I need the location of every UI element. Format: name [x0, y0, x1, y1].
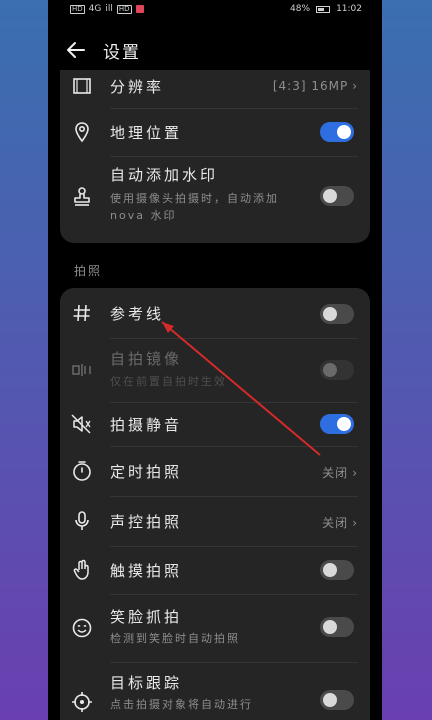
- mirror-icon: [72, 364, 91, 376]
- audio-control-value-text: 关闭: [322, 516, 349, 530]
- touch-shutter-label: 触摸拍照: [110, 562, 183, 580]
- signal-label: 4G: [88, 4, 102, 14]
- chevron-right-icon: ›: [352, 79, 358, 93]
- microphone-icon: [75, 511, 89, 530]
- chevron-right-icon: ›: [352, 516, 358, 530]
- stamp-icon: [74, 187, 90, 206]
- gridlines-label: 参考线: [110, 305, 165, 323]
- toggle-knob: [323, 563, 337, 577]
- toggle-knob: [323, 363, 337, 377]
- object-tracking-label: 目标跟踪: [110, 674, 183, 692]
- watermark-description: 使用摄像头拍摄时，自动添加 nova 水印: [110, 192, 279, 222]
- settings-card-photo: 参考线 自拍镜像 仅在前置自拍时生效 拍摄静音 定时拍照 关闭 › 声控拍照 关…: [60, 288, 370, 720]
- watermark-label: 自动添加水印: [110, 166, 219, 184]
- row-watermark[interactable]: 自动添加水印 使用摄像头拍摄时，自动添加 nova 水印: [60, 156, 370, 243]
- smile-capture-label: 笑脸抓拍: [110, 608, 183, 626]
- chevron-right-icon: ›: [352, 466, 358, 480]
- clock: 11:02: [336, 4, 362, 14]
- speaker-mute-icon: [71, 414, 91, 434]
- selfie-mirror-description: 仅在前置自拍时生效: [110, 375, 227, 388]
- timer-value-text: 关闭: [322, 466, 349, 480]
- resolution-value-text: [4:3] 16MP: [272, 79, 349, 93]
- hd-badge-2: HD: [116, 4, 132, 14]
- phone-screen: HD 4G ill HD 48% 11:02 设置 分辨率 [4:3] 16MP…: [48, 0, 382, 720]
- watermark-toggle[interactable]: [320, 186, 354, 206]
- row-audio-control[interactable]: 声控拍照 关闭 ›: [60, 496, 370, 546]
- location-label: 地理位置: [110, 124, 183, 142]
- row-touch-shutter[interactable]: 触摸拍照: [60, 546, 370, 594]
- signal-bars-icon: ill: [105, 4, 113, 14]
- shutter-mute-label: 拍摄静音: [110, 416, 183, 434]
- hd-badge: HD: [70, 4, 85, 14]
- battery-percent: 48%: [290, 4, 311, 14]
- row-gridlines[interactable]: 参考线: [60, 288, 370, 338]
- timer-icon: [73, 461, 91, 481]
- status-left: HD 4G ill HD: [70, 4, 144, 14]
- smile-icon: [72, 618, 92, 638]
- object-tracking-toggle[interactable]: [320, 690, 354, 710]
- battery-icon: [316, 5, 331, 13]
- status-bar: HD 4G ill HD 48% 11:02: [48, 0, 382, 22]
- row-selfie-mirror: 自拍镜像 仅在前置自拍时生效: [60, 338, 370, 402]
- location-toggle[interactable]: [320, 122, 354, 142]
- section-header-photo: 拍照: [74, 264, 103, 278]
- touch-shutter-toggle[interactable]: [320, 560, 354, 580]
- row-object-tracking[interactable]: 目标跟踪 点击拍摄对象将自动进行: [60, 662, 370, 720]
- toggle-knob: [337, 417, 351, 431]
- toggle-knob: [323, 620, 337, 634]
- grid-hash-icon: [73, 304, 90, 322]
- smile-capture-description: 检测到笑脸时自动拍照: [110, 632, 240, 645]
- gridlines-toggle[interactable]: [320, 304, 354, 324]
- resolution-label: 分辨率: [110, 78, 165, 96]
- row-timer[interactable]: 定时拍照 关闭 ›: [60, 446, 370, 496]
- row-location[interactable]: 地理位置: [60, 108, 370, 156]
- film-icon: [73, 78, 91, 94]
- location-pin-icon: [75, 122, 89, 143]
- toggle-knob: [323, 189, 337, 203]
- page-title: 设置: [103, 43, 141, 63]
- selfie-mirror-label: 自拍镜像: [110, 350, 183, 368]
- app-bar: 设置: [48, 30, 382, 70]
- toggle-knob: [323, 307, 337, 321]
- back-arrow-icon[interactable]: [64, 38, 88, 62]
- target-crosshair-icon: [72, 692, 92, 712]
- status-right: 48% 11:02: [290, 4, 362, 14]
- timer-label: 定时拍照: [110, 463, 183, 481]
- row-shutter-mute[interactable]: 拍摄静音: [60, 402, 370, 446]
- toggle-knob: [337, 125, 351, 139]
- selfie-mirror-toggle: [320, 360, 354, 380]
- settings-card-general: 分辨率 [4:3] 16MP › 地理位置 自动添加水印 使用摄像头拍摄时，自动添…: [60, 70, 370, 243]
- notification-icon: [135, 5, 144, 13]
- row-smile-capture[interactable]: 笑脸抓拍 检测到笑脸时自动拍照: [60, 594, 370, 662]
- resolution-value: [4:3] 16MP ›: [273, 79, 358, 93]
- audio-control-value: 关闭 ›: [322, 514, 358, 531]
- object-tracking-description: 点击拍摄对象将自动进行: [110, 698, 253, 711]
- toggle-knob: [323, 693, 337, 707]
- timer-value: 关闭 ›: [322, 464, 358, 481]
- row-resolution[interactable]: 分辨率 [4:3] 16MP ›: [60, 70, 370, 108]
- shutter-mute-toggle[interactable]: [320, 414, 354, 434]
- hand-touch-icon: [73, 559, 89, 580]
- audio-control-label: 声控拍照: [110, 513, 183, 531]
- smile-capture-toggle[interactable]: [320, 617, 354, 637]
